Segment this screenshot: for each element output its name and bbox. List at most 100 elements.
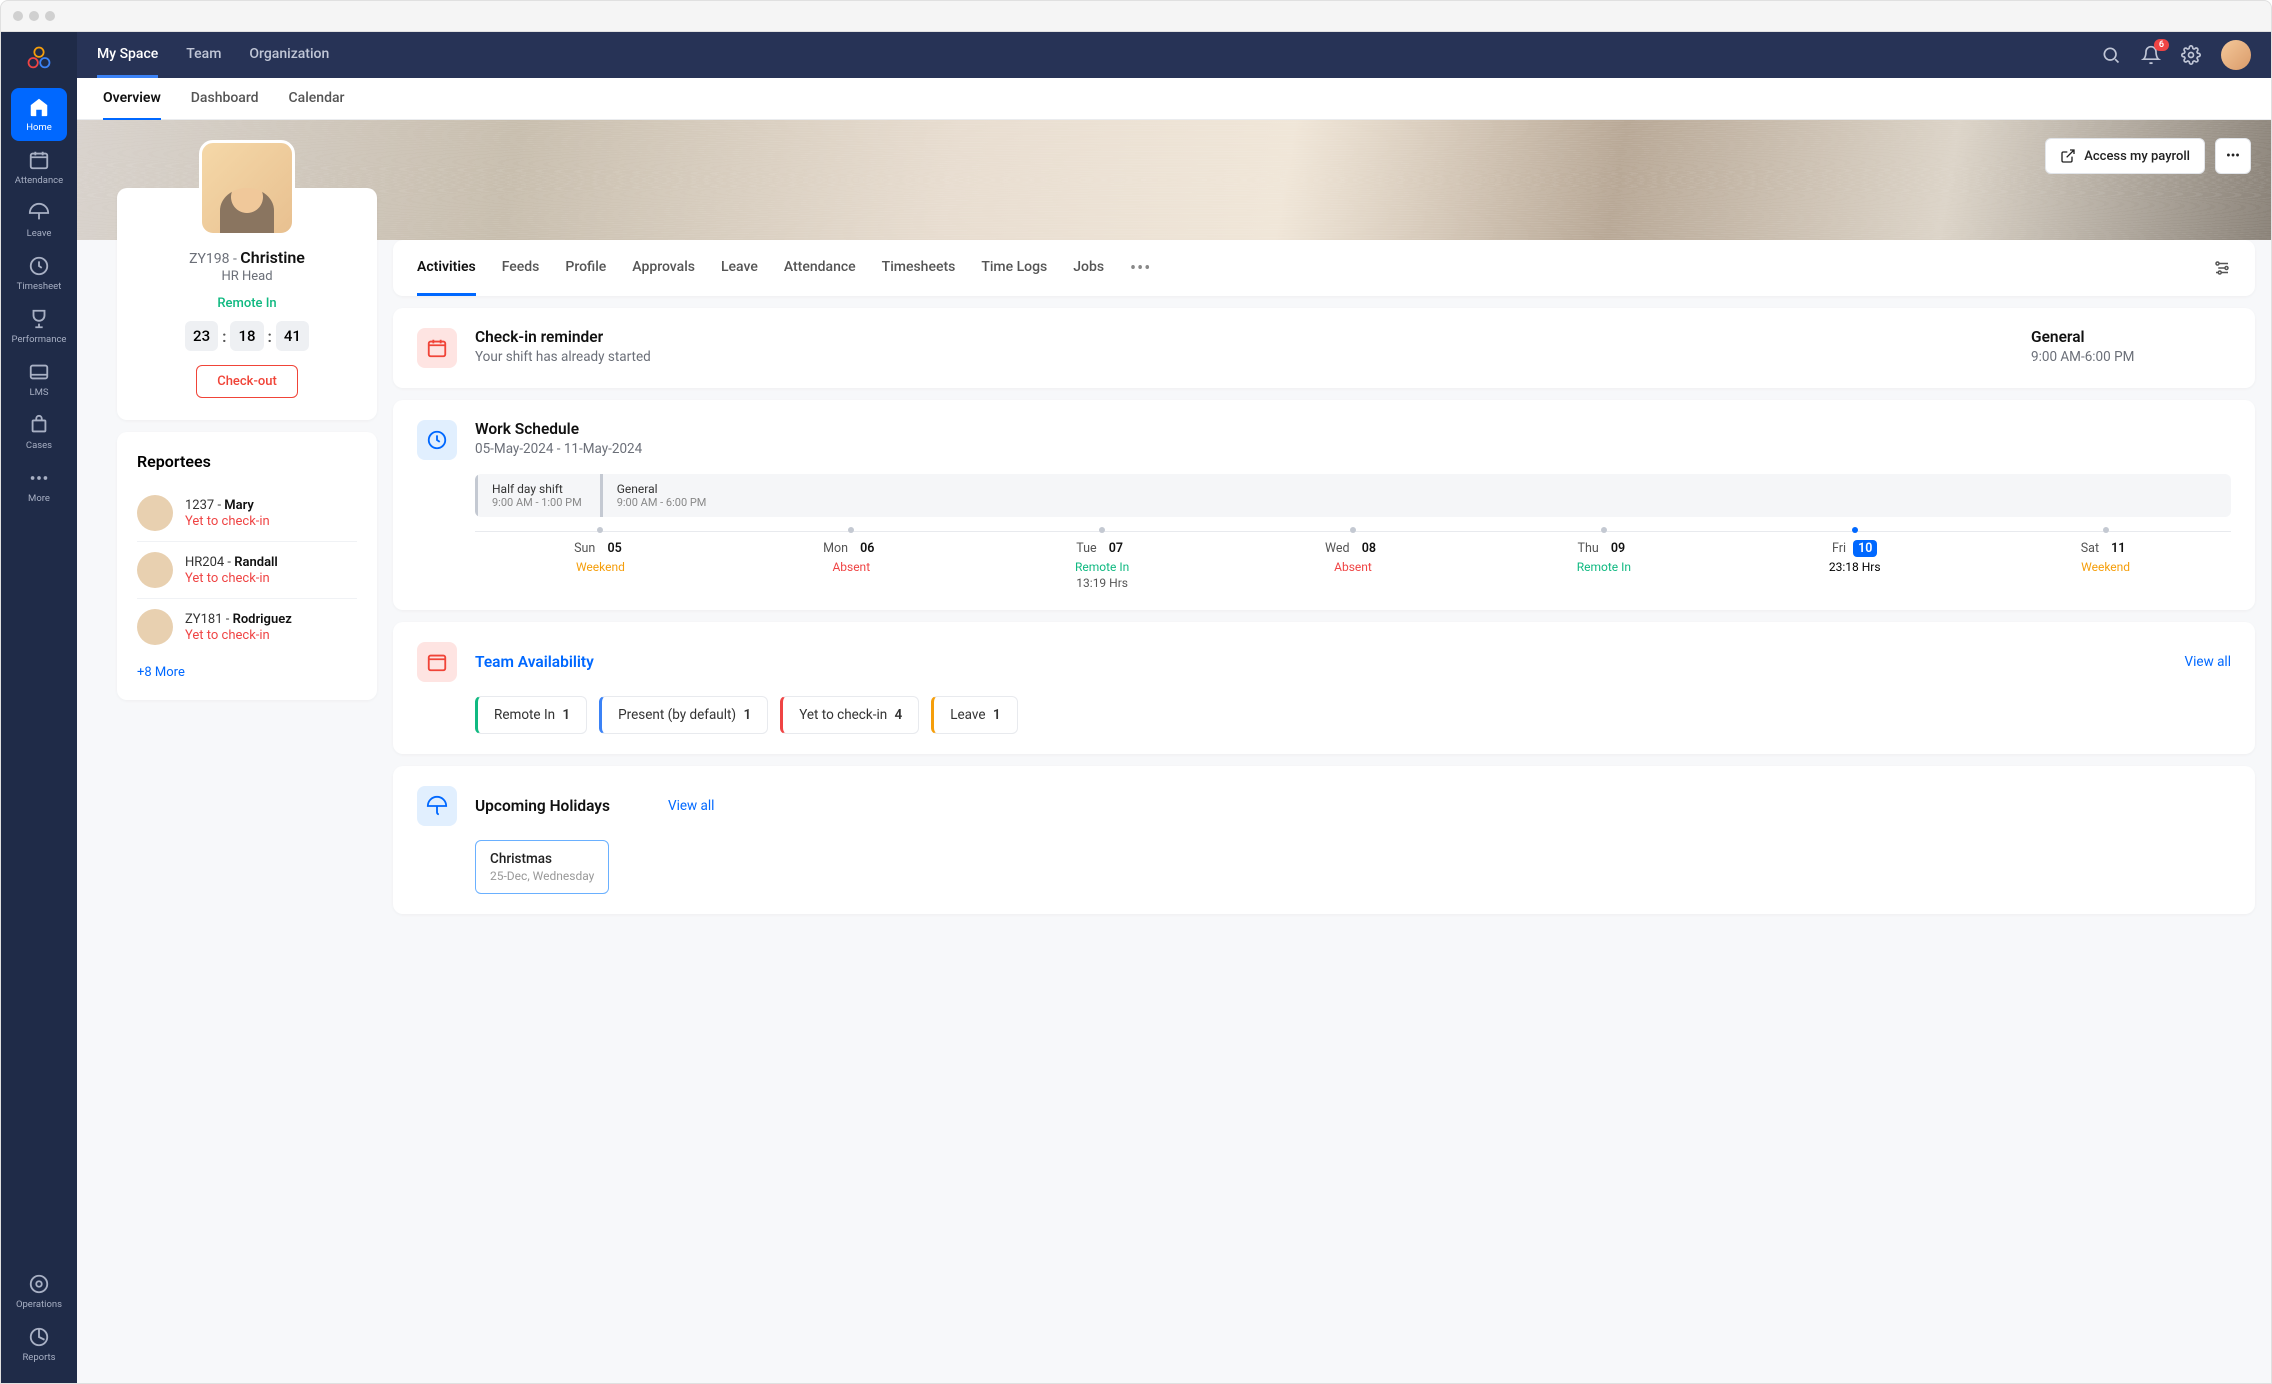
subnav: Overview Dashboard Calendar bbox=[77, 78, 2271, 120]
reportees-title: Reportees bbox=[137, 452, 357, 471]
activity-tab-timesheets[interactable]: Timesheets bbox=[882, 240, 956, 296]
work-schedule-card: Work Schedule 05-May-2024 - 11-May-2024 … bbox=[393, 400, 2255, 610]
topbar: My Space Team Organization 6 bbox=[77, 32, 2271, 78]
timer-seconds: 41 bbox=[276, 321, 309, 351]
holiday-date: 25-Dec, Wednesday bbox=[490, 869, 594, 883]
schedule-day[interactable]: Mon 06Absent bbox=[726, 527, 977, 590]
holiday-item[interactable]: Christmas 25-Dec, Wednesday bbox=[475, 840, 609, 894]
profile-card: ZY198 - Christine HR Head Remote In 23 :… bbox=[117, 188, 377, 420]
reportee-item[interactable]: ZY181 - RodriguezYet to check-in bbox=[137, 599, 357, 655]
topnav-tab-organization[interactable]: Organization bbox=[249, 32, 329, 78]
traffic-light-max[interactable] bbox=[45, 11, 55, 21]
calendar-alert-icon bbox=[417, 328, 457, 368]
bell-icon[interactable]: 6 bbox=[2141, 45, 2161, 65]
sidebar-item-reports[interactable]: Reports bbox=[11, 1318, 67, 1371]
traffic-light-min[interactable] bbox=[29, 11, 39, 21]
search-icon[interactable] bbox=[2101, 45, 2121, 65]
sidebar-label: Leave bbox=[27, 228, 52, 239]
profile-name: Christine bbox=[240, 248, 305, 267]
sidebar-label: Operations bbox=[16, 1299, 62, 1310]
availability-title[interactable]: Team Availability bbox=[475, 653, 594, 671]
profile-avatar bbox=[199, 140, 295, 236]
sidebar-label: Cases bbox=[26, 440, 52, 451]
attendance-icon bbox=[28, 149, 50, 171]
user-avatar[interactable] bbox=[2221, 40, 2251, 70]
profile-timer: 23 : 18 : 41 bbox=[137, 321, 357, 351]
activity-tab-activities[interactable]: Activities bbox=[417, 240, 476, 296]
reportee-item[interactable]: 1237 - MaryYet to check-in bbox=[137, 485, 357, 542]
profile-role: HR Head bbox=[137, 269, 357, 284]
schedule-day[interactable]: Sun 05Weekend bbox=[475, 527, 726, 590]
sidebar-item-lms[interactable]: LMS bbox=[11, 353, 67, 406]
app-logo bbox=[25, 44, 53, 72]
upcoming-holidays-card: Upcoming Holidays View all Christmas 25-… bbox=[393, 766, 2255, 914]
holidays-title: Upcoming Holidays bbox=[475, 797, 610, 815]
team-availability-card: Team Availability View all Remote In 1 Pr… bbox=[393, 622, 2255, 754]
more-tabs-icon[interactable]: ••• bbox=[1130, 258, 1151, 279]
topnav-tab-team[interactable]: Team bbox=[186, 32, 221, 78]
checkout-button[interactable]: Check-out bbox=[196, 365, 298, 398]
activity-tab-profile[interactable]: Profile bbox=[565, 240, 606, 296]
activity-tab-approvals[interactable]: Approvals bbox=[632, 240, 695, 296]
subnav-tab-overview[interactable]: Overview bbox=[103, 78, 161, 120]
gear-icon[interactable] bbox=[2181, 45, 2201, 65]
sidebar: Home Attendance Leave Timesheet Performance L… bbox=[1, 32, 77, 1383]
activity-tab-jobs[interactable]: Jobs bbox=[1073, 240, 1104, 296]
schedule-day[interactable]: Wed 08Absent bbox=[1228, 527, 1479, 590]
sidebar-item-leave[interactable]: Leave bbox=[11, 194, 67, 247]
reportee-item[interactable]: HR204 - RandallYet to check-in bbox=[137, 542, 357, 599]
shift-pill: General9:00 AM - 6:00 PM bbox=[600, 474, 721, 517]
sidebar-item-more[interactable]: More bbox=[11, 459, 67, 512]
activity-tab-attendance[interactable]: Attendance bbox=[784, 240, 856, 296]
schedule-day[interactable]: Sat 11Weekend bbox=[1980, 527, 2231, 590]
subnav-tab-calendar[interactable]: Calendar bbox=[289, 78, 345, 120]
sidebar-item-attendance[interactable]: Attendance bbox=[11, 141, 67, 194]
availability-pill[interactable]: Remote In 1 bbox=[475, 696, 587, 734]
leave-icon bbox=[28, 202, 50, 224]
schedule-icon bbox=[417, 420, 457, 460]
availability-pill[interactable]: Yet to check-in 4 bbox=[780, 696, 919, 734]
holidays-viewall[interactable]: View all bbox=[668, 798, 714, 814]
activity-tab-leave[interactable]: Leave bbox=[721, 240, 758, 296]
shift-pill: Half day shift9:00 AM - 1:00 PM bbox=[475, 474, 596, 517]
tab-filter-icon[interactable] bbox=[2213, 259, 2231, 277]
traffic-light-close[interactable] bbox=[13, 11, 23, 21]
sidebar-item-performance[interactable]: Performance bbox=[11, 300, 67, 353]
reports-icon bbox=[28, 1326, 50, 1348]
subnav-tab-dashboard[interactable]: Dashboard bbox=[191, 78, 259, 120]
sidebar-item-timesheet[interactable]: Timesheet bbox=[11, 247, 67, 300]
checkin-reminder-card: Check-in reminder Your shift has already… bbox=[393, 308, 2255, 388]
reportees-more[interactable]: +8 More bbox=[137, 665, 185, 680]
availability-viewall[interactable]: View all bbox=[2185, 654, 2231, 670]
operations-icon bbox=[28, 1273, 50, 1295]
umbrella-icon bbox=[417, 786, 457, 826]
reportee-avatar bbox=[137, 552, 173, 588]
schedule-day[interactable]: Fri 1023:18 Hrs bbox=[1729, 527, 1980, 590]
activity-tabs-card: Activities Feeds Profile Approvals Leave Atte… bbox=[393, 240, 2255, 296]
activity-tab-feeds[interactable]: Feeds bbox=[502, 240, 540, 296]
sidebar-label: Performance bbox=[12, 334, 67, 345]
schedule-day[interactable]: Thu 09Remote In bbox=[1478, 527, 1729, 590]
sidebar-label: Reports bbox=[22, 1352, 55, 1363]
timesheet-icon bbox=[28, 255, 50, 277]
timer-minutes: 18 bbox=[230, 321, 263, 351]
sidebar-label: LMS bbox=[29, 387, 48, 398]
reportee-avatar bbox=[137, 609, 173, 645]
sidebar-item-cases[interactable]: Cases bbox=[11, 406, 67, 459]
sidebar-label: Home bbox=[26, 122, 52, 133]
schedule-day[interactable]: Tue 07Remote In13:19 Hrs bbox=[977, 527, 1228, 590]
holiday-name: Christmas bbox=[490, 851, 594, 867]
availability-icon bbox=[417, 642, 457, 682]
schedule-title: Work Schedule bbox=[475, 420, 642, 438]
availability-pill[interactable]: Leave 1 bbox=[931, 696, 1017, 734]
checkin-shift-name: General bbox=[2031, 328, 2231, 346]
reportee-name: HR204 - Randall bbox=[185, 555, 278, 570]
sidebar-label: More bbox=[28, 493, 50, 504]
availability-pill[interactable]: Present (by default) 1 bbox=[599, 696, 768, 734]
sidebar-label: Timesheet bbox=[17, 281, 62, 292]
checkin-title: Check-in reminder bbox=[475, 328, 2013, 346]
activity-tab-time logs[interactable]: Time Logs bbox=[981, 240, 1047, 296]
sidebar-item-home[interactable]: Home bbox=[11, 88, 67, 141]
sidebar-item-operations[interactable]: Operations bbox=[11, 1265, 67, 1318]
topnav-tab-my space[interactable]: My Space bbox=[97, 32, 158, 78]
